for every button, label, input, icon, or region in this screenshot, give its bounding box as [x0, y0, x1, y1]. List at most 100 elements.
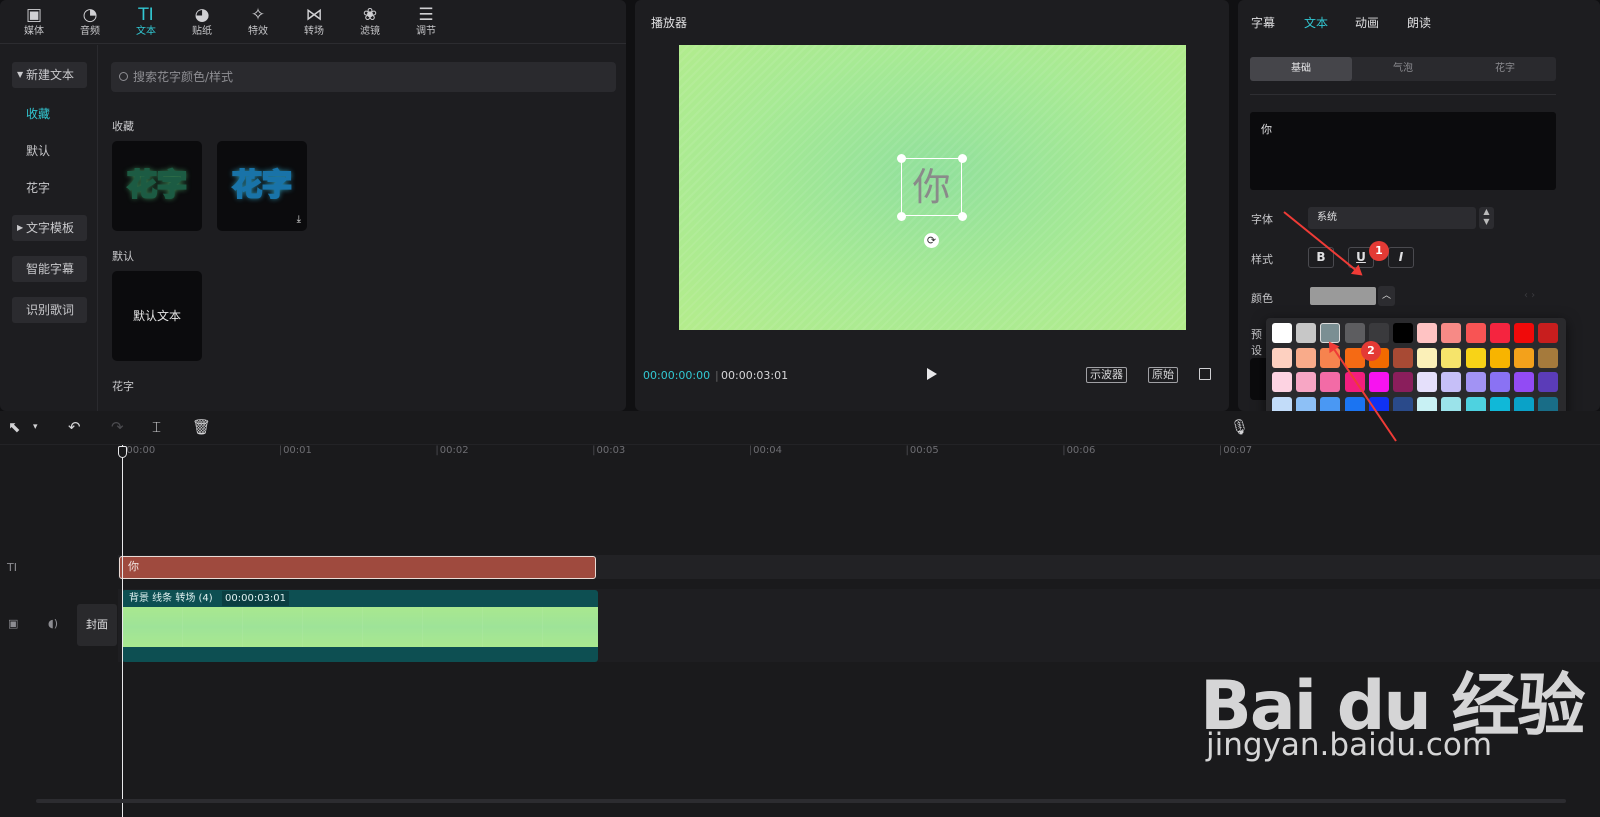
play-icon[interactable]	[927, 368, 937, 380]
tab-text[interactable]: 文本	[1304, 14, 1328, 31]
color-cell[interactable]	[1296, 372, 1317, 393]
favorite-huazi-blue-card[interactable]: 花字 ⤓	[217, 141, 307, 231]
tool-media[interactable]: ▣ 媒体	[6, 0, 62, 44]
total-timecode: 00:00:03:01	[721, 369, 789, 382]
tab-animation[interactable]: 动画	[1355, 14, 1379, 31]
color-cell[interactable]	[1441, 323, 1462, 343]
color-cell[interactable]	[1538, 372, 1559, 393]
resize-handle[interactable]	[897, 212, 906, 221]
timeline-scrollbar[interactable]	[36, 799, 1566, 803]
color-cell[interactable]	[1465, 323, 1486, 343]
color-cell[interactable]	[1296, 347, 1317, 368]
tool-sticker[interactable]: ◕ 贴纸	[174, 0, 230, 44]
default-text-card[interactable]: 默认文本	[112, 271, 202, 361]
download-icon[interactable]: ⤓	[297, 214, 301, 225]
subtab-basic[interactable]: 基础	[1250, 57, 1352, 81]
color-cell[interactable]	[1417, 347, 1438, 368]
split-icon[interactable]: ⌶	[152, 418, 161, 436]
tool-transition[interactable]: ⋈ 转场	[286, 0, 342, 44]
audio-toggle-icon[interactable]: ◖)	[48, 617, 58, 630]
tool-text[interactable]: TI 文本	[118, 0, 174, 44]
original-ratio-button[interactable]: 原始	[1148, 367, 1178, 383]
color-cell[interactable]	[1320, 372, 1341, 393]
color-cell[interactable]	[1272, 372, 1292, 393]
search-input[interactable]: 搜索花字颜色/样式	[111, 62, 616, 92]
color-cell[interactable]	[1514, 323, 1534, 343]
color-cell[interactable]	[1417, 372, 1438, 393]
color-swatch[interactable]	[1310, 287, 1376, 305]
text-clip[interactable]: 你	[119, 556, 596, 579]
resize-handle[interactable]	[958, 154, 967, 163]
color-cell[interactable]	[1441, 372, 1462, 393]
color-cell[interactable]	[1272, 323, 1292, 343]
text-track-icon: TI	[7, 561, 17, 574]
cover-button[interactable]: 封面	[77, 604, 117, 646]
color-cell[interactable]	[1489, 347, 1510, 368]
color-cell[interactable]	[1489, 372, 1510, 393]
delete-icon[interactable]: 🗑	[192, 418, 211, 436]
text-content-field[interactable]: 你	[1250, 112, 1556, 190]
favorite-huazi-green-card[interactable]: 花字	[112, 141, 202, 231]
ruler-tick: 00:02	[435, 445, 469, 456]
playhead-handle[interactable]	[118, 446, 127, 458]
player-panel: 播放器 你 ⟳ 00:00:00:00 | 00:00:03:01 示波器 原始	[635, 0, 1229, 411]
color-cell[interactable]	[1465, 347, 1486, 368]
subtab-huazi[interactable]: 花字	[1454, 57, 1556, 81]
tool-audio[interactable]: ◔ 音频	[62, 0, 118, 44]
sidebar-item-new-text[interactable]: ▼ 新建文本	[12, 62, 87, 88]
color-cell[interactable]	[1514, 372, 1534, 393]
color-cell[interactable]	[1538, 323, 1559, 343]
ruler-tick: 00:06	[1062, 445, 1096, 456]
color-cell[interactable]	[1393, 347, 1413, 368]
color-cell[interactable]	[1514, 347, 1534, 368]
tool-adjust[interactable]: ☰ 调节	[398, 0, 454, 44]
rotate-icon[interactable]: ⟳	[924, 233, 939, 248]
sidebar-item-default[interactable]: 默认	[12, 138, 87, 164]
color-cell[interactable]	[1441, 347, 1462, 368]
sidebar-item-huazi[interactable]: 花字	[12, 175, 87, 201]
undo-icon[interactable]: ↶	[68, 418, 81, 436]
chevron-up-icon[interactable]: ︿	[1378, 286, 1395, 306]
select-tool-icon[interactable]: ⬉	[8, 418, 21, 436]
search-placeholder: 搜索花字颜色/样式	[133, 70, 234, 84]
default-text-label: 默认文本	[132, 309, 181, 323]
color-cell[interactable]	[1538, 347, 1559, 368]
subtab-bubble[interactable]: 气泡	[1352, 57, 1454, 81]
color-cell[interactable]	[1368, 323, 1389, 343]
preview-canvas[interactable]: 你 ⟳	[679, 45, 1186, 330]
color-cell[interactable]	[1393, 323, 1413, 343]
chevron-down-icon[interactable]: ▾	[33, 422, 38, 432]
playhead-line	[122, 445, 123, 817]
tab-read-aloud[interactable]: 朗读	[1407, 14, 1431, 31]
color-cell[interactable]	[1465, 372, 1486, 393]
tool-effects[interactable]: ✧ 特效	[230, 0, 286, 44]
color-cell[interactable]	[1417, 323, 1438, 343]
color-cell[interactable]	[1344, 323, 1365, 343]
oscilloscope-button[interactable]: 示波器	[1086, 367, 1127, 383]
sticker-icon: ◕	[194, 5, 210, 25]
color-cell[interactable]	[1296, 323, 1317, 343]
video-clip-duration: 00:00:03:01	[222, 591, 290, 606]
time-ruler[interactable]: 00:0000:0100:0200:0300:0400:0500:0600:07	[0, 445, 1600, 465]
text-overlay-selection[interactable]: 你	[901, 158, 962, 216]
italic-button[interactable]: I	[1388, 247, 1414, 268]
sidebar-item-smart-subtitles[interactable]: 智能字幕	[12, 256, 87, 282]
resize-handle[interactable]	[897, 154, 906, 163]
color-cell[interactable]	[1393, 372, 1413, 393]
resize-handle[interactable]	[958, 212, 967, 221]
color-cell[interactable]	[1489, 323, 1510, 343]
sidebar-item-favorites[interactable]: 收藏	[12, 101, 87, 127]
color-cell[interactable]	[1272, 347, 1292, 368]
color-cell[interactable]	[1368, 372, 1389, 393]
video-clip-label: 背景 线条 转场 (4)	[129, 593, 213, 604]
tool-label: 特效	[248, 26, 268, 37]
font-select[interactable]: 系统	[1308, 207, 1476, 229]
font-stepper-icon[interactable]: ▲ ▼	[1479, 207, 1494, 229]
sidebar-item-lyrics[interactable]: 识别歌词	[12, 297, 87, 323]
sidebar-item-text-template[interactable]: ▶ 文字模板	[12, 215, 87, 241]
video-clip[interactable]: 背景 线条 转场 (4) 00:00:03:01	[122, 590, 598, 662]
tool-filter[interactable]: ❀ 滤镜	[342, 0, 398, 44]
microphone-icon[interactable]: 🎙	[1230, 418, 1249, 436]
tab-subtitle[interactable]: 字幕	[1251, 14, 1275, 31]
fullscreen-icon[interactable]	[1199, 368, 1211, 380]
